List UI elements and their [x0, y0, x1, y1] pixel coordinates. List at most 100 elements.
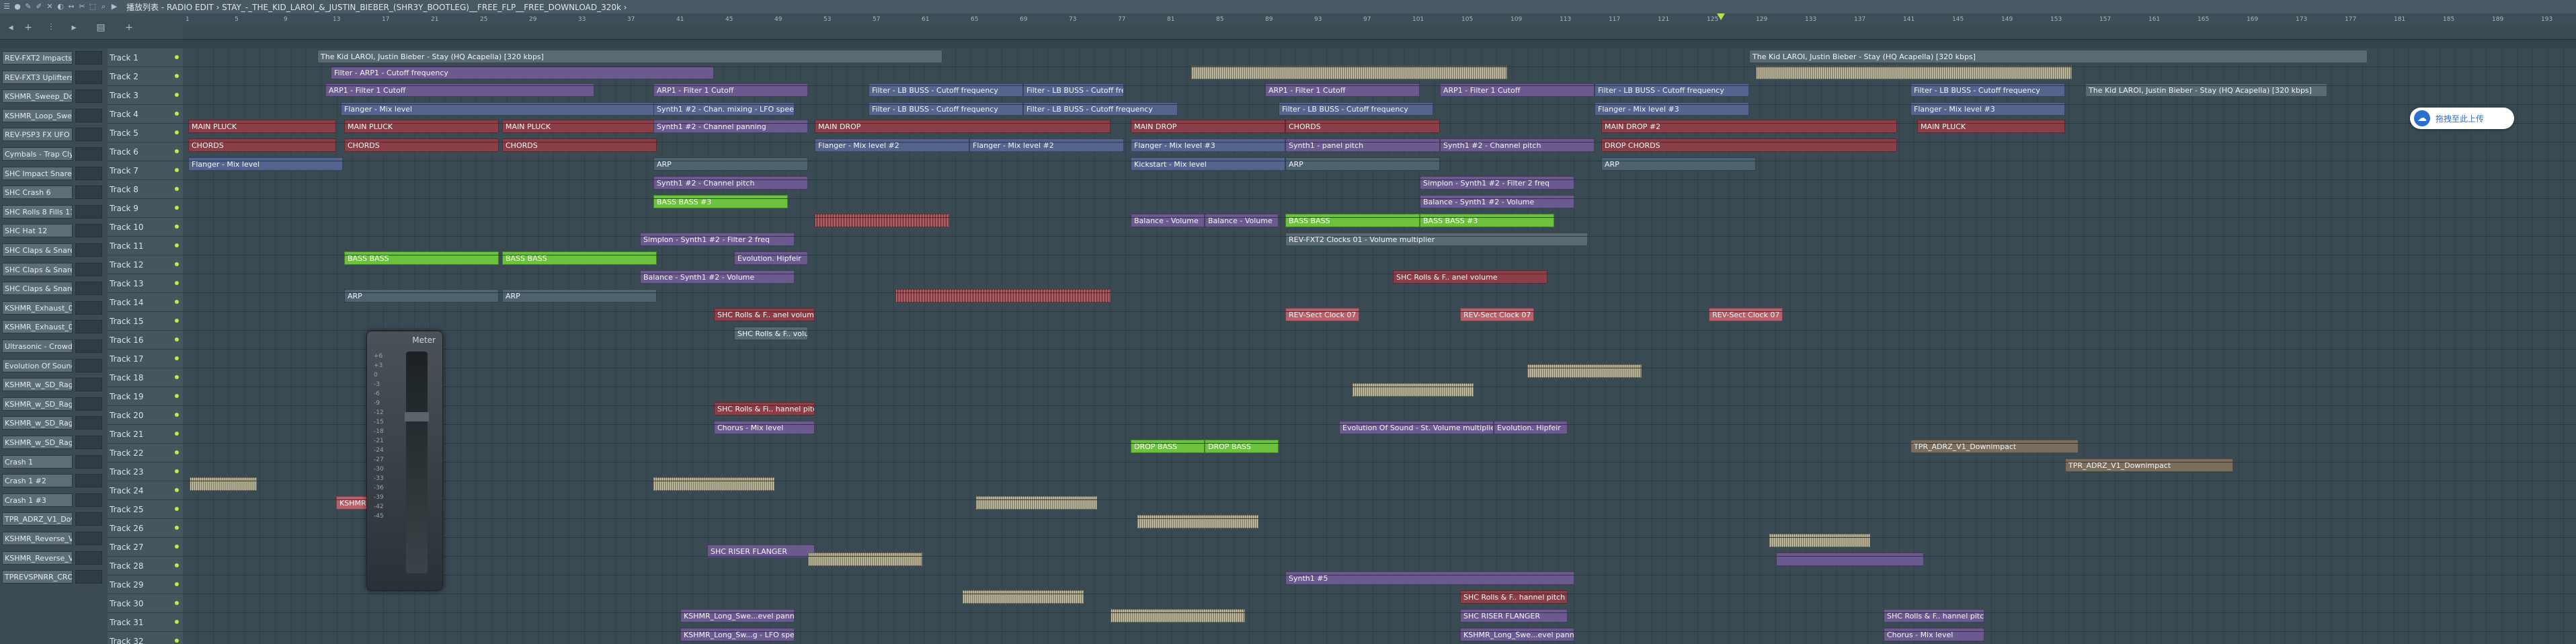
channel-handle[interactable]: [75, 204, 102, 218]
automation-clip[interactable]: Flanger - Mix level #2: [815, 138, 969, 152]
channel-handle[interactable]: [75, 70, 102, 84]
channel-button[interactable]: SHC Impact Snare 1: [2, 166, 73, 180]
meter-panel[interactable]: Meter +6 +3 0 -3 -6 -9 -12 -15 -18 -21 -24 -27 -30 -3…: [366, 331, 443, 591]
channel-handle[interactable]: [75, 51, 102, 65]
channel-handle[interactable]: [75, 378, 102, 392]
automation-clip[interactable]: Flanger - Mix level #3: [1131, 138, 1285, 152]
pattern-clip[interactable]: BASS BASS: [344, 251, 499, 265]
automation-clip[interactable]: Flanger - Mix level: [188, 157, 343, 171]
select-icon[interactable]: ⬚: [89, 3, 97, 11]
channel-handle[interactable]: [75, 89, 102, 104]
channel-handle[interactable]: [75, 243, 102, 257]
automation-clip[interactable]: Balance - Volume: [1205, 214, 1279, 227]
pattern-clip[interactable]: BASS BASS: [1285, 214, 1420, 227]
automation-clip[interactable]: Simplon - Synth1 #2 - Filter 2 freq: [640, 233, 795, 246]
automation-clip[interactable]: SHC Rolls & F.. volume: [734, 327, 808, 340]
track-header[interactable]: Track 19: [108, 387, 183, 406]
automation-clip[interactable]: Chorus - Mix level: [714, 421, 815, 434]
automation-clip[interactable]: KSHMR_Long_Swe...evel panner: [680, 609, 795, 622]
track-header[interactable]: Track 4: [108, 105, 183, 124]
channel-handle[interactable]: [75, 493, 102, 507]
audio-clip[interactable]: The Kid LAROI, Justin Bieber - Stay (HQ …: [1749, 50, 2368, 63]
track-enable-dot[interactable]: [175, 356, 179, 360]
automation-clip[interactable]: Balance - Synth1 #2 - Volume: [1420, 195, 1574, 208]
automation-clip[interactable]: SHC Rolls & F.. hannel pitch: [1884, 609, 1984, 622]
automation-clip[interactable]: Chorus - Mix level: [1884, 628, 1984, 641]
upload-button[interactable]: ☁ 拖拽至此上传: [2410, 108, 2514, 129]
track-header[interactable]: Track 30: [108, 594, 183, 613]
channel-button[interactable]: Crash 1 #2: [2, 474, 73, 488]
track-header[interactable]: Track 2: [108, 67, 183, 86]
channel-button[interactable]: KSHMR_w_SD_Ragna...: [2, 416, 73, 430]
automation-clip[interactable]: Synth1 - panel pitch: [1285, 138, 1440, 152]
automation-clip[interactable]: SHC RISER FLANGER: [1460, 609, 1568, 622]
plus-icon[interactable]: +: [22, 22, 35, 34]
channel-handle[interactable]: [75, 416, 102, 430]
track-header[interactable]: Track 7: [108, 161, 183, 180]
pattern-clip[interactable]: BASS BASS #3: [653, 195, 788, 208]
track-header[interactable]: Track 11: [108, 237, 183, 255]
audio-clip[interactable]: [190, 477, 257, 491]
track-header[interactable]: Track 26: [108, 519, 183, 538]
channel-button[interactable]: TPREVSPNRR_CROWD...: [2, 570, 73, 584]
automation-clip[interactable]: Balance - Synth1 #2 - Volume: [640, 270, 795, 284]
channel-button[interactable]: Ultrasonic - Crowd F...: [2, 339, 73, 353]
track-enable-dot[interactable]: [175, 74, 179, 78]
track-enable-dot[interactable]: [175, 545, 179, 549]
channel-button[interactable]: KSHMR_Loop_Sweep: [2, 108, 73, 122]
track-header[interactable]: Track 28: [108, 557, 183, 575]
automation-clip[interactable]: Evolution. Hipfeir: [1494, 421, 1568, 434]
automation-clip[interactable]: Simplon - Synth1 #2 - Filter 2 freq: [1420, 176, 1574, 190]
channel-button[interactable]: KSHMR_Exhaust_08...: [2, 320, 73, 334]
audio-clip[interactable]: [808, 553, 922, 566]
pattern-clip[interactable]: DROP CHORDS: [1601, 138, 1897, 152]
pattern-clip[interactable]: MAIN DROP #2: [1601, 120, 1897, 133]
track-header[interactable]: Track 18: [108, 368, 183, 387]
channel-handle[interactable]: [75, 474, 102, 488]
audio-clip[interactable]: REV-Sect Clock 07: [1285, 308, 1359, 321]
channel-handle[interactable]: [75, 300, 102, 315]
track-header[interactable]: Track 22: [108, 444, 183, 462]
track-enable-dot[interactable]: [175, 432, 179, 436]
automation-clip[interactable]: KSHMR_Long_Swe...evel panner: [1460, 628, 1574, 641]
channel-button[interactable]: REV-PSP3 FX UFO Rev...: [2, 128, 73, 142]
track-enable-dot[interactable]: [175, 130, 179, 134]
channel-handle[interactable]: [75, 436, 102, 449]
audio-clip[interactable]: [1353, 383, 1474, 397]
meter-slider[interactable]: [405, 412, 429, 421]
track-enable-dot[interactable]: [175, 149, 179, 153]
track-header[interactable]: Track 12: [108, 255, 183, 274]
channel-button[interactable]: SHC Claps & Snares 28: [2, 243, 73, 257]
audio-clip[interactable]: The Kid LAROI, Justin Bieber - Stay (HQ …: [317, 50, 942, 63]
audio-clip[interactable]: [1137, 515, 1258, 528]
automation-clip[interactable]: Evolution Of Sound - St. Volume multipli…: [1339, 421, 1494, 434]
automation-clip[interactable]: SHC Rolls & F.. anel volume: [1393, 270, 1547, 284]
pattern-clip[interactable]: ARP: [1601, 157, 1756, 171]
channel-handle[interactable]: [75, 397, 102, 411]
audio-clip[interactable]: REV-Sect Clock 07: [1709, 308, 1783, 321]
channel-button[interactable]: KSHMR_w_SD_Ragna...: [2, 378, 73, 392]
channel-handle[interactable]: [75, 570, 102, 584]
channel-button[interactable]: Crash 1 #3: [2, 493, 73, 507]
channel-handle[interactable]: [75, 108, 102, 122]
automation-clip[interactable]: KSHMR_Long_Sw...g - LFO speed: [680, 628, 795, 641]
track-enable-dot[interactable]: [175, 187, 179, 191]
channel-button[interactable]: KSHMR_Sweep_Dow...: [2, 89, 73, 104]
audio-clip[interactable]: [1756, 66, 2072, 79]
channel-handle[interactable]: [75, 147, 102, 161]
track-header[interactable]: Track 1: [108, 48, 183, 67]
track-enable-dot[interactable]: [175, 225, 179, 229]
snap-icon[interactable]: ⫶: [44, 22, 58, 34]
channel-handle[interactable]: [75, 454, 102, 469]
timeline-markers-bar[interactable]: [183, 26, 2576, 40]
channel-button[interactable]: REV-FXT3 Uplifters 08: [2, 70, 73, 84]
automation-clip[interactable]: [1776, 553, 1924, 566]
mute-icon[interactable]: ◐: [56, 3, 65, 11]
audio-clip[interactable]: TPR_ADRZ_V1_Downimpact: [2065, 458, 2233, 472]
automation-clip[interactable]: SHC Rolls & F.. hannel pitch: [1460, 590, 1568, 604]
channel-handle[interactable]: [75, 551, 102, 565]
channel-button[interactable]: SHC Hat 12: [2, 224, 73, 238]
pattern-clip[interactable]: MAIN PLUCK: [188, 120, 336, 133]
channel-handle[interactable]: [75, 224, 102, 238]
pattern-clip[interactable]: BASS BASS #3: [1420, 214, 1554, 227]
